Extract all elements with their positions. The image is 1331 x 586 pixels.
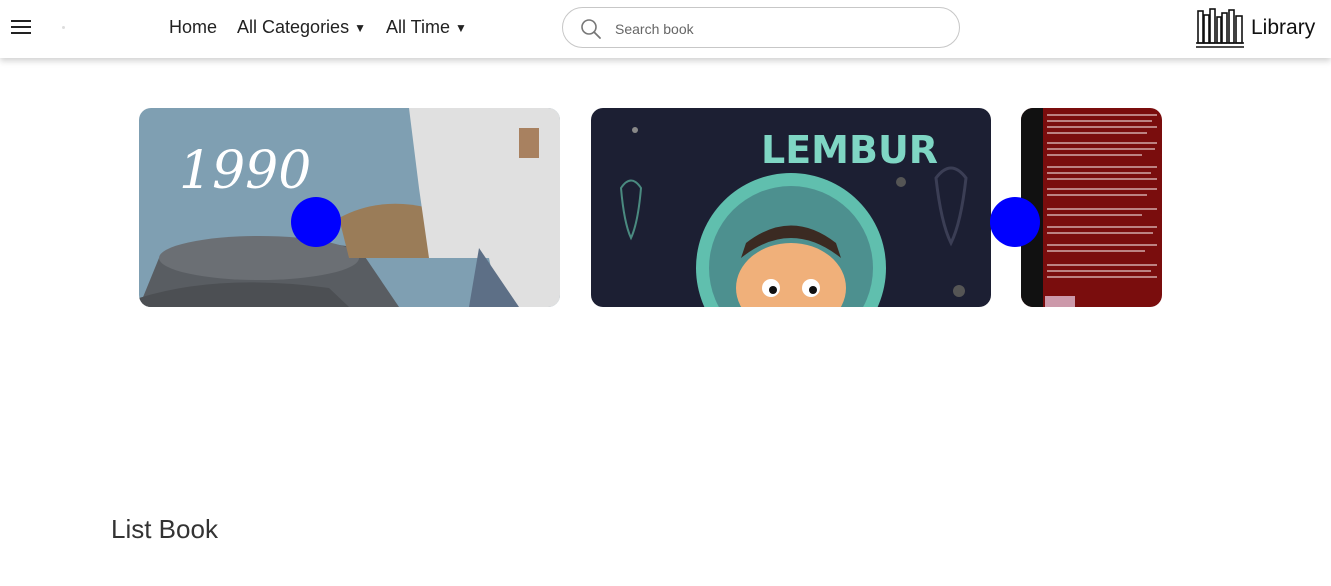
bookshelf-icon <box>1196 8 1244 48</box>
search-icon[interactable] <box>580 18 602 40</box>
caret-down-icon: ▼ <box>454 20 467 35</box>
nav-all-time-label: All Time <box>385 17 450 37</box>
carousel-card-1[interactable]: 1990 <box>139 108 560 307</box>
hamburger-menu-icon[interactable] <box>11 19 31 35</box>
nav-all-categories-label: All Categories <box>237 17 350 37</box>
caret-down-icon: ▼ <box>354 20 366 35</box>
book-cover-image: 1990 <box>139 108 560 307</box>
carousel-card-3[interactable] <box>1021 108 1162 307</box>
search-input[interactable] <box>613 17 937 41</box>
nav-home-label: Home <box>169 17 218 37</box>
search-bar <box>562 7 960 48</box>
brand-logo[interactable]: Library <box>1195 7 1315 49</box>
cover-text: 1990 <box>179 141 311 201</box>
brand-name: Library <box>1251 16 1316 39</box>
carousel-prev-button[interactable] <box>291 197 341 247</box>
book-cover-image: LEMBUR <box>591 108 991 307</box>
decorative-dot <box>62 26 65 29</box>
nav-all-time-dropdown[interactable]: All Time ▼ <box>386 17 467 38</box>
list-book-heading: List Book <box>111 514 218 544</box>
nav-all-categories-dropdown[interactable]: All Categories ▼ <box>237 17 366 38</box>
nav-links: Home All Categories ▼ All Time ▼ <box>169 17 467 38</box>
top-navbar: Home All Categories ▼ All Time ▼ Search … <box>0 0 1331 58</box>
cover-text: LEMBUR <box>761 128 938 172</box>
book-carousel: 1990 LEMBUR <box>0 108 1331 308</box>
carousel-next-button[interactable] <box>990 197 1040 247</box>
carousel-card-2[interactable]: LEMBUR <box>591 108 991 307</box>
book-cover-image <box>1021 108 1162 307</box>
nav-home-link[interactable]: Home <box>169 17 217 38</box>
